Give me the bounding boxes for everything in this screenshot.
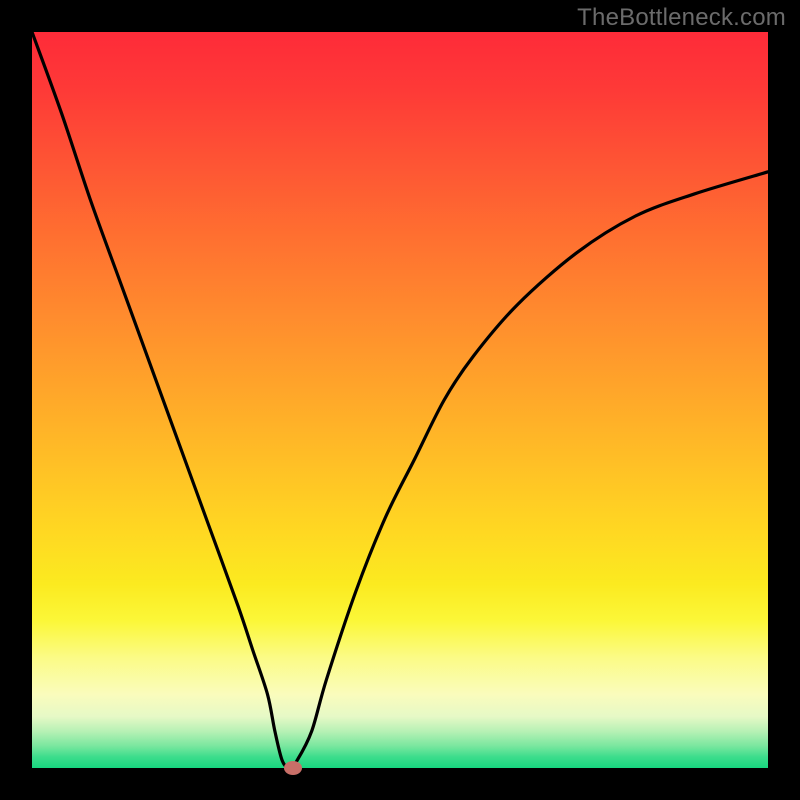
plot-area [32, 32, 768, 768]
watermark-text: TheBottleneck.com [577, 4, 786, 32]
curve-svg [32, 32, 768, 768]
minimum-marker [284, 761, 302, 775]
chart-frame: TheBottleneck.com [0, 0, 800, 800]
bottleneck-curve-path [32, 32, 768, 768]
